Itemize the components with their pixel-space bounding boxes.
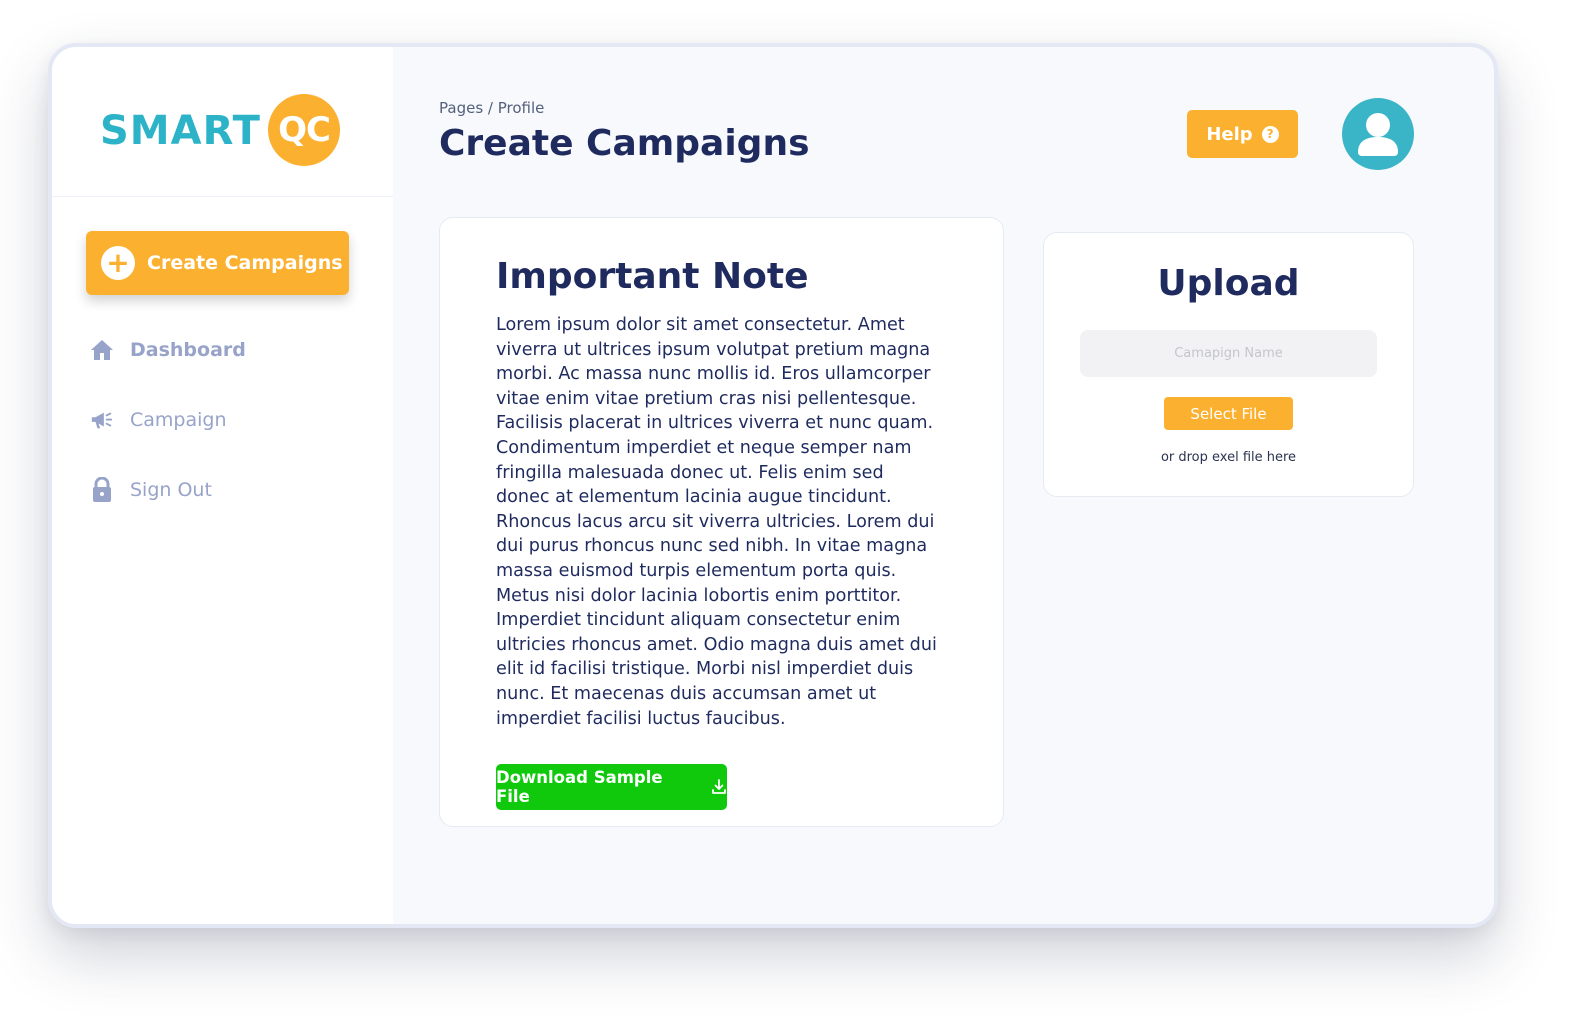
logo-badge-text: QC (278, 110, 331, 150)
sidebar-item-label: Dashboard (130, 339, 246, 361)
logo-text: SMART (100, 108, 261, 154)
download-label: Download Sample File (496, 768, 663, 806)
avatar[interactable] (1342, 98, 1414, 170)
breadcrumb: Pages / Profile (439, 99, 545, 117)
upload-title: Upload (1157, 263, 1300, 304)
note-title: Important Note (496, 256, 809, 297)
page-title: Create Campaigns (439, 123, 810, 164)
megaphone-icon (90, 408, 114, 432)
create-campaigns-label: Create Campaigns (147, 252, 343, 274)
sidebar-item-dashboard[interactable]: Dashboard (90, 335, 246, 365)
sidebar-item-label: Campaign (130, 409, 227, 431)
plus-icon: + (101, 246, 135, 280)
campaign-name-input[interactable] (1080, 330, 1377, 377)
download-sample-button[interactable]: Download Sample File (496, 764, 727, 810)
create-campaigns-button[interactable]: + Create Campaigns (86, 231, 349, 295)
home-icon (90, 338, 114, 362)
help-button[interactable]: Help ? (1187, 110, 1298, 158)
sidebar-item-label: Sign Out (130, 479, 212, 501)
important-note-card: Important Note Lorem ipsum dolor sit ame… (439, 217, 1004, 827)
logo-badge: QC (268, 94, 340, 166)
logo-area: SMART QC (52, 47, 393, 197)
select-file-button[interactable]: Select File (1164, 397, 1293, 430)
app-window: SMART QC + Create Campaigns Dashboard Ca… (48, 43, 1498, 928)
user-icon (1358, 113, 1398, 156)
question-icon: ? (1261, 125, 1279, 143)
sidebar-item-campaign[interactable]: Campaign (90, 405, 227, 435)
upload-card: Upload Select File or drop exel file her… (1043, 232, 1414, 497)
sidebar: SMART QC + Create Campaigns Dashboard Ca… (52, 47, 393, 924)
help-label: Help (1206, 123, 1253, 145)
sidebar-item-sign-out[interactable]: Sign Out (90, 475, 212, 505)
lock-icon (90, 477, 114, 502)
drop-hint: or drop exel file here (1160, 450, 1297, 465)
download-icon (712, 779, 726, 794)
note-body: Lorem ipsum dolor sit amet consectetur. … (496, 315, 937, 729)
